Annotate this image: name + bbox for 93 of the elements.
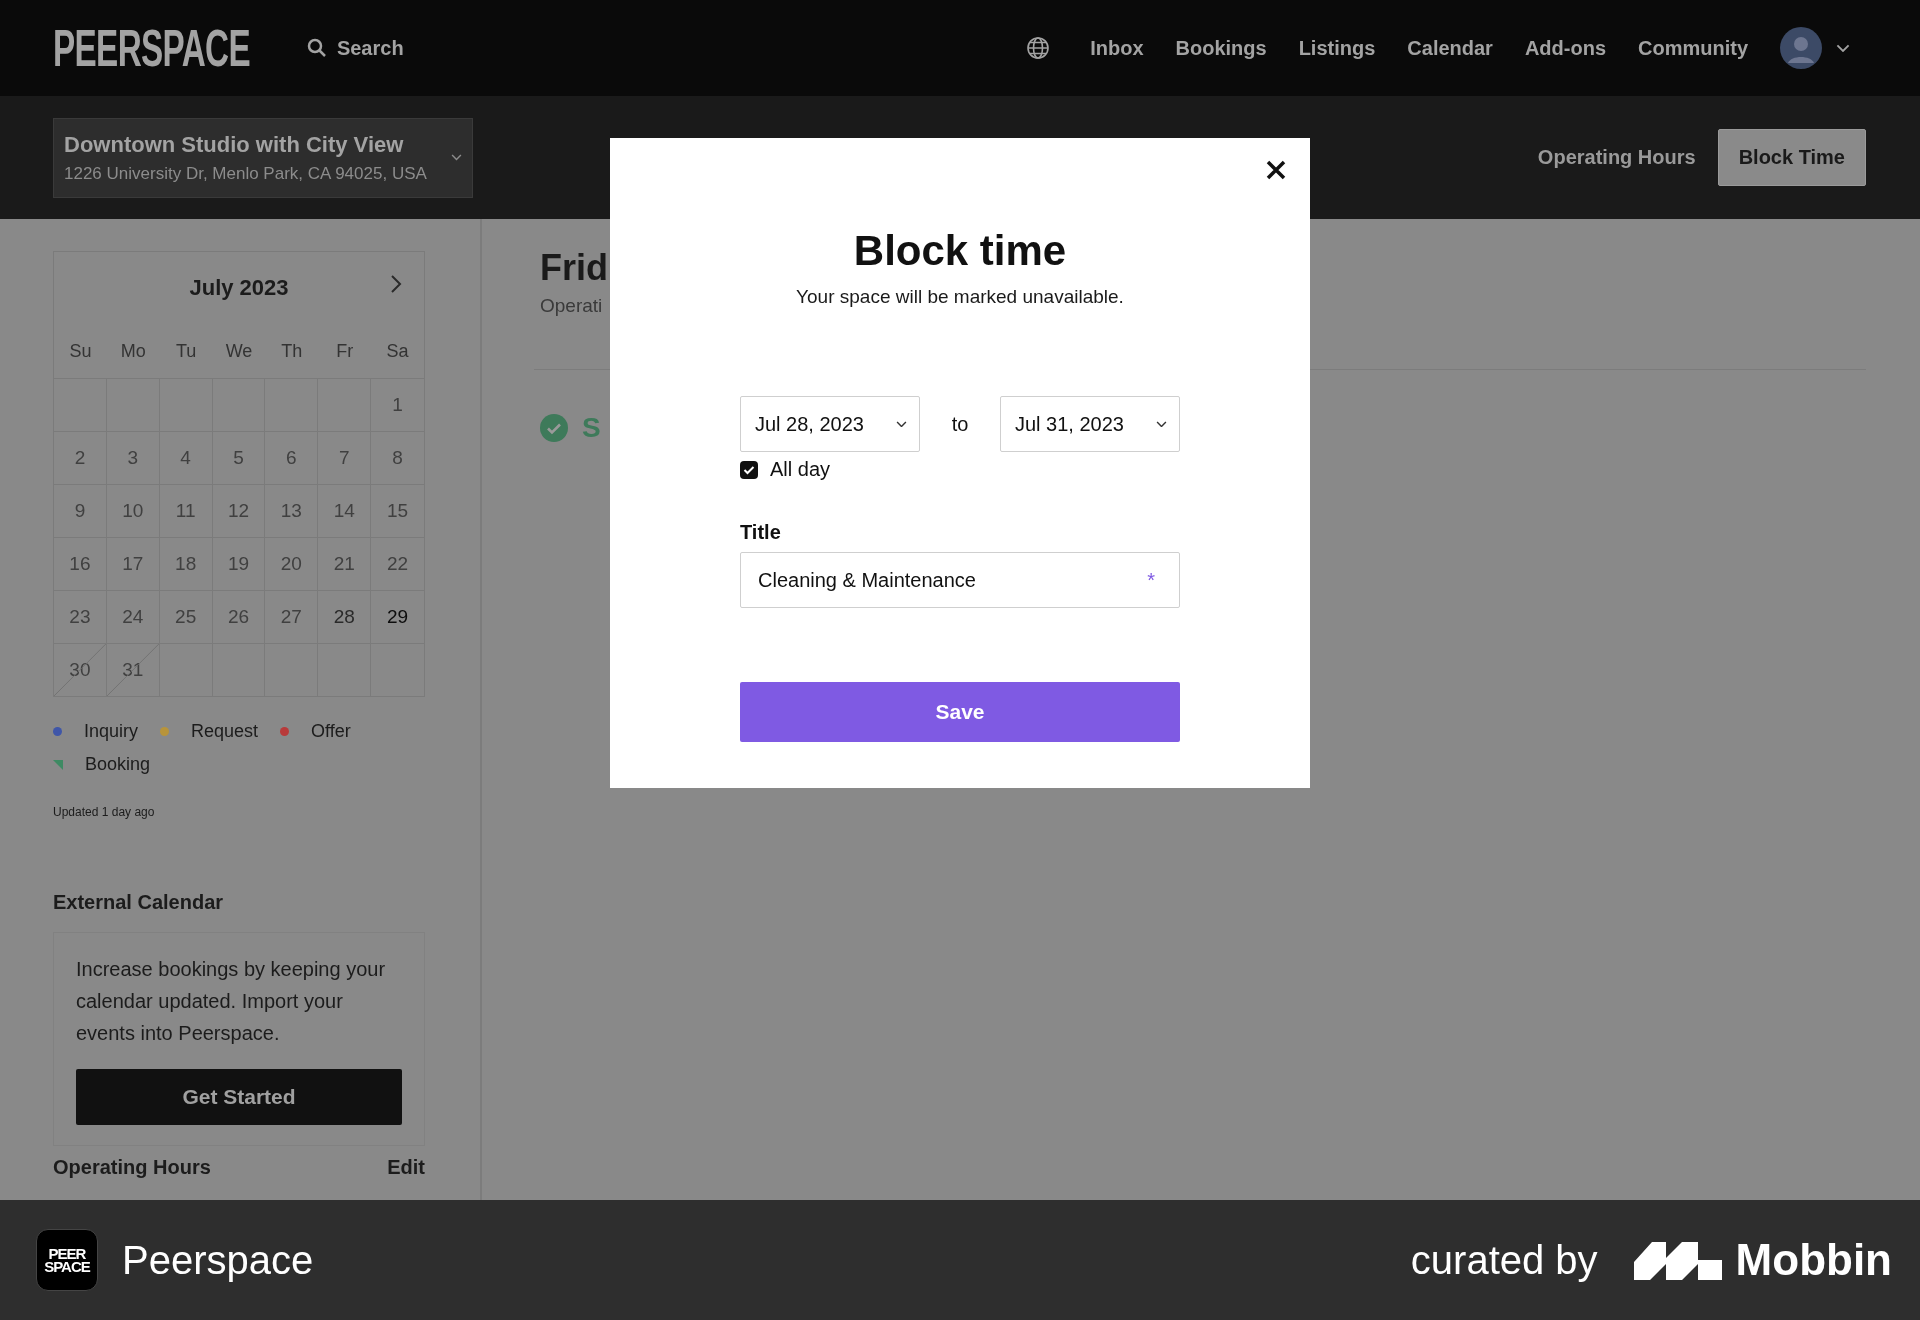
calendar-day[interactable]: 11 [159, 484, 213, 537]
month-title: July 2023 [189, 275, 289, 301]
legend-label: Inquiry [84, 721, 139, 742]
block-time-button[interactable]: Block Time [1717, 129, 1866, 186]
weekday-label: Fr [335, 339, 355, 363]
calendar-day[interactable]: 5 [212, 431, 266, 484]
operating-hours-link[interactable]: Operating Hours [1537, 146, 1696, 169]
section-heading: Operating Hours [53, 1156, 211, 1179]
checkmark-icon [743, 464, 755, 475]
weekday-label: Mo [119, 339, 147, 363]
calendar-day[interactable]: 20 [265, 537, 319, 590]
app-name: Peerspace [122, 1237, 314, 1283]
calendar-day[interactable]: 12 [212, 484, 266, 537]
weekday-label: Tu [174, 339, 198, 363]
calendar-day[interactable]: 22 [371, 537, 424, 590]
calendar-day[interactable]: 1 [371, 378, 424, 431]
check-circle-icon [540, 414, 568, 442]
calendar-day[interactable]: 8 [371, 431, 424, 484]
logo-icon [1633, 1240, 1722, 1280]
search-button[interactable]: Search [300, 35, 410, 61]
nav-link[interactable]: Add-ons [1524, 36, 1606, 60]
calendar-day[interactable]: 25 [159, 590, 213, 643]
caret-icon [896, 420, 907, 428]
calendar-day[interactable]: 9 [54, 484, 107, 537]
caret-icon [1156, 420, 1167, 428]
edit-link[interactable]: Edit [387, 1156, 425, 1179]
caret-icon [451, 154, 462, 161]
title-input-field[interactable]: Cleaning & Maintenance * [740, 552, 1180, 608]
curated-by-text: curated by [1410, 1237, 1598, 1283]
separator-text: to [950, 412, 970, 436]
calendar-day[interactable]: 19 [212, 537, 266, 590]
calendar-day[interactable]: 17 [106, 537, 160, 590]
calendar-day[interactable]: 15 [371, 484, 424, 537]
calendar-day[interactable]: 27 [265, 590, 319, 643]
nav-link[interactable]: Calendar [1407, 36, 1493, 60]
day-title: Frid [540, 247, 608, 289]
calendar-day[interactable]: 30 [54, 643, 107, 696]
icon-text: PEER [48, 1246, 86, 1260]
weekday-label: We [224, 339, 254, 363]
status-text: S [582, 412, 601, 444]
close-icon [1266, 160, 1286, 180]
globe-icon[interactable] [1026, 36, 1051, 60]
updated-text: Updated 1 day ago [53, 805, 156, 819]
calendar-day[interactable]: 23 [54, 590, 107, 643]
dialog-title: Block time [853, 230, 1067, 272]
start-date-dropdown[interactable]: Jul 28, 2023 [740, 396, 920, 452]
nav-link[interactable]: Inbox [1090, 36, 1144, 60]
dialog-subtitle: Your space will be marked unavailable. [796, 286, 1124, 308]
calendar-day[interactable]: 14 [318, 484, 372, 537]
checkbox-label: All day [770, 458, 831, 481]
calendar-day[interactable]: 26 [212, 590, 266, 643]
nav-link[interactable]: Listings [1298, 36, 1376, 60]
calendar-day[interactable]: 31 [106, 643, 160, 696]
search-icon [306, 38, 327, 58]
day-subtitle: Operati [540, 295, 603, 317]
weekday-label: Sa [385, 339, 410, 363]
avatar[interactable] [1780, 27, 1822, 69]
weekday-label: Th [280, 339, 304, 363]
legend-label: Request [191, 721, 259, 742]
calendar-day[interactable]: 3 [106, 431, 160, 484]
calendar-day[interactable]: 7 [318, 431, 372, 484]
nav-link[interactable]: Community [1638, 36, 1748, 60]
calendar-day[interactable]: 29 [371, 590, 424, 643]
calendar-day[interactable]: 18 [159, 537, 213, 590]
required-mark: * [1147, 568, 1155, 592]
calendar-day[interactable]: 21 [318, 537, 372, 590]
field-label: Title [740, 521, 782, 544]
calendar-day[interactable]: 16 [54, 537, 107, 590]
brand-name: Mobbin [1735, 1235, 1892, 1285]
section-heading: External Calendar [53, 891, 225, 914]
calendar-day[interactable]: 4 [159, 431, 213, 484]
calendar-day[interactable]: 13 [265, 484, 319, 537]
calendar-day[interactable]: 24 [106, 590, 160, 643]
card-text: Increase bookings by keeping your calendar updated. Import your events into Peerspace. [76, 957, 387, 1046]
legend-label: Offer [311, 721, 351, 742]
caret-icon [1836, 43, 1850, 53]
calendar-day[interactable]: 6 [265, 431, 319, 484]
icon-text: SPACE [44, 1260, 90, 1274]
nav-link[interactable]: Bookings [1175, 36, 1267, 60]
listing-address: 1226 University Dr, Menlo Park, CA 94025, USA [64, 163, 427, 184]
chevron-right-icon[interactable] [390, 274, 402, 294]
calendar-day[interactable]: 10 [106, 484, 160, 537]
weekday-label: Su [68, 339, 93, 363]
calendar-day[interactable]: 2 [54, 431, 107, 484]
all-day-checkbox[interactable] [740, 460, 758, 479]
legend-label: Booking [85, 754, 151, 775]
listing-title: Downtown Studio with City View [64, 131, 405, 158]
end-date-dropdown[interactable]: Jul 31, 2023 [1000, 396, 1180, 452]
listing-selector[interactable]: Downtown Studio with City View 1226 University Dr, Menlo Park, CA 94025, USA [53, 117, 473, 198]
calendar-day[interactable]: 28 [318, 590, 372, 643]
logo[interactable]: PEERSPACE [53, 22, 251, 74]
get-started-button[interactable]: Get Started [76, 1069, 402, 1125]
save-button[interactable]: Save [740, 682, 1180, 742]
